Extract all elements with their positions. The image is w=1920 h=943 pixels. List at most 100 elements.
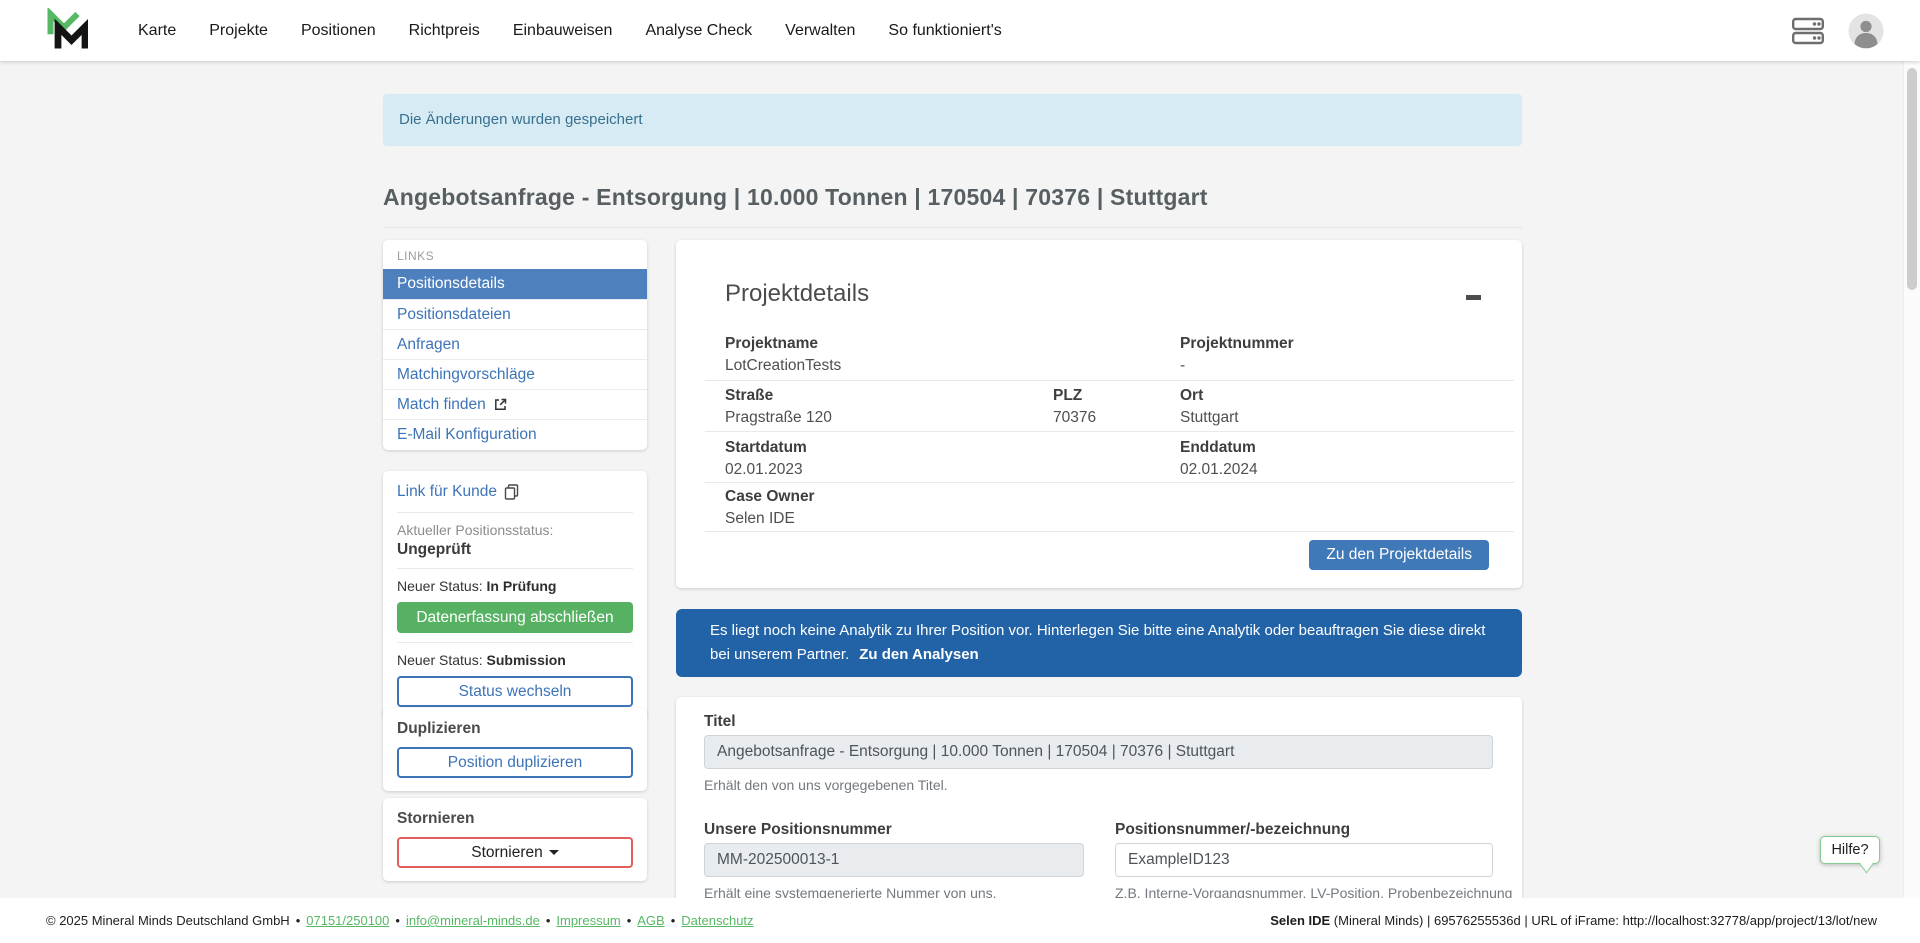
app-root: Karte Projekte Positionen Richtpreis Ein… <box>0 0 1920 943</box>
complete-data-entry-button[interactable]: Datenerfassung abschließen <box>397 602 633 633</box>
new-status-value: Submission <box>487 652 566 668</box>
sidebar-item-email-konfiguration[interactable]: E-Mail Konfiguration <box>383 419 647 449</box>
footer-session-rest: (Mineral Minds) | 69576255536d | URL of … <box>1330 913 1877 928</box>
sidebar-item-label: Positionsdetails <box>397 269 505 299</box>
duplicate-heading: Duplizieren <box>397 720 633 738</box>
field-projektnummer: Projektnummer - <box>1180 335 1294 375</box>
scrollbar-thumb[interactable] <box>1907 68 1917 290</box>
divider <box>705 531 1514 532</box>
new-status-1: Neuer Status: In Prüfung <box>397 578 633 594</box>
divider <box>397 642 633 643</box>
sidebar-item-label: Match finden <box>397 390 486 420</box>
footer: © 2025 Mineral Minds Deutschland GmbH • … <box>0 898 1920 943</box>
analytics-banner-text: Es liegt noch keine Analytik zu Ihrer Po… <box>710 622 1485 663</box>
divider <box>397 568 633 569</box>
nav-item-einbauweisen[interactable]: Einbauweisen <box>513 22 613 40</box>
sidebar-item-match-finden[interactable]: Match finden <box>383 389 647 419</box>
our-position-number-label: Unsere Positionsnummer <box>704 821 892 839</box>
save-success-alert: Die Änderungen wurden gespeichert <box>383 94 1522 146</box>
nav-item-analyse-check[interactable]: Analyse Check <box>645 22 752 40</box>
divider <box>705 482 1514 483</box>
new-status-value: In Prüfung <box>487 578 557 594</box>
alert-text: Die Änderungen wurden gespeichert <box>399 111 643 128</box>
cancel-button-label: Stornieren <box>471 844 543 861</box>
mineral-minds-logo-icon[interactable] <box>46 8 88 58</box>
footer-separator: • <box>671 913 676 928</box>
sidebar-item-positionsdetails[interactable]: Positionsdetails <box>383 269 647 299</box>
navbar-right <box>1792 0 1884 61</box>
current-status-label: Aktueller Positionsstatus: <box>397 522 633 538</box>
scrollbar-track[interactable] <box>1903 61 1920 898</box>
footer-link-impressum[interactable]: Impressum <box>556 913 620 928</box>
footer-separator: • <box>546 913 551 928</box>
nav-item-karte[interactable]: Karte <box>138 22 176 40</box>
field-strasse: Straße Pragstraße 120 <box>725 387 832 427</box>
custom-position-number-input[interactable] <box>1115 843 1493 877</box>
analytics-banner: Es liegt noch keine Analytik zu Ihrer Po… <box>676 609 1522 677</box>
field-startdatum: Startdatum 02.01.2023 <box>725 439 807 479</box>
sidebar-item-matchingvorschlaege[interactable]: Matchingvorschläge <box>383 359 647 389</box>
nav-item-richtpreis[interactable]: Richtpreis <box>409 22 480 40</box>
copy-icon <box>504 484 519 500</box>
footer-separator: • <box>395 913 400 928</box>
footer-session-info: Selen IDE (Mineral Minds) | 69576255536d… <box>1270 913 1877 928</box>
field-plz: PLZ 70376 <box>1053 387 1096 427</box>
project-details-title: Projektdetails <box>725 280 869 308</box>
footer-separator: • <box>296 913 301 928</box>
customer-link[interactable]: Link für Kunde <box>397 481 633 503</box>
customer-link-label: Link für Kunde <box>397 483 497 501</box>
divider <box>397 512 633 513</box>
footer-link-agb[interactable]: AGB <box>637 913 664 928</box>
footer-link-datenschutz[interactable]: Datenschutz <box>681 913 753 928</box>
cancel-heading: Stornieren <box>397 810 633 828</box>
cancel-dropdown-button[interactable]: Stornieren <box>397 837 633 868</box>
current-status-value: Ungeprüft <box>397 541 633 559</box>
sidebar-item-label: Anfragen <box>397 330 460 360</box>
field-enddatum: Enddatum 02.01.2024 <box>1180 439 1258 479</box>
titel-input <box>704 735 1493 769</box>
footer-left: © 2025 Mineral Minds Deutschland GmbH • … <box>46 913 754 928</box>
footer-link-phone[interactable]: 07151/250100 <box>306 913 389 928</box>
nav-item-projekte[interactable]: Projekte <box>209 22 268 40</box>
titel-label: Titel <box>704 713 736 731</box>
change-status-button[interactable]: Status wechseln <box>397 676 633 707</box>
sidebar-item-label: E-Mail Konfiguration <box>397 420 537 450</box>
new-status-label: Neuer Status: <box>397 652 483 668</box>
project-details-card: Projektdetails Projektname LotCreationTe… <box>676 240 1522 588</box>
new-status-2: Neuer Status: Submission <box>397 652 633 668</box>
top-navbar: Karte Projekte Positionen Richtpreis Ein… <box>0 0 1920 61</box>
avatar[interactable] <box>1848 13 1884 49</box>
divider <box>705 431 1514 432</box>
collapse-minus-icon[interactable] <box>1460 288 1484 306</box>
nav-item-verwalten[interactable]: Verwalten <box>785 22 855 40</box>
server-icon[interactable] <box>1792 17 1824 45</box>
page-title: Angebotsanfrage - Entsorgung | 10.000 To… <box>383 184 1522 228</box>
custom-position-number-label: Positionsnummer/-bezeichnung <box>1115 821 1350 839</box>
sidebar-item-label: Matchingvorschläge <box>397 360 535 390</box>
nav-item-so-funktionierts[interactable]: So funktioniert's <box>888 22 1001 40</box>
sidebar-links-card: LINKS Positionsdetails Positionsdateien … <box>383 240 647 450</box>
go-to-analyses-link[interactable]: Zu den Analysen <box>859 646 978 663</box>
sidebar-item-anfragen[interactable]: Anfragen <box>383 329 647 359</box>
go-to-project-details-button[interactable]: Zu den Projektdetails <box>1309 540 1489 570</box>
footer-separator: • <box>627 913 632 928</box>
sidebar-item-positionsdateien[interactable]: Positionsdateien <box>383 299 647 329</box>
footer-link-email[interactable]: info@mineral-minds.de <box>406 913 540 928</box>
duplicate-position-button[interactable]: Position duplizieren <box>397 747 633 778</box>
our-position-number-input <box>704 843 1084 877</box>
duplicate-card: Duplizieren Position duplizieren <box>383 708 647 791</box>
links-header: LINKS <box>383 240 647 269</box>
external-link-icon <box>493 397 508 412</box>
status-card: Link für Kunde Aktueller Positionsstatus… <box>383 471 647 719</box>
divider <box>705 380 1514 381</box>
footer-user: Selen IDE <box>1270 913 1330 928</box>
field-ort: Ort Stuttgart <box>1180 387 1239 427</box>
main-navigation: Karte Projekte Positionen Richtpreis Ein… <box>138 0 1002 61</box>
field-projektname: Projektname LotCreationTests <box>725 335 841 375</box>
sidebar-item-label: Positionsdateien <box>397 300 511 330</box>
titel-helper: Erhält den von uns vorgegebenen Titel. <box>704 777 948 793</box>
help-button[interactable]: Hilfe? <box>1820 836 1880 864</box>
new-status-label: Neuer Status: <box>397 578 483 594</box>
caret-down-icon <box>549 850 559 855</box>
nav-item-positionen[interactable]: Positionen <box>301 22 376 40</box>
